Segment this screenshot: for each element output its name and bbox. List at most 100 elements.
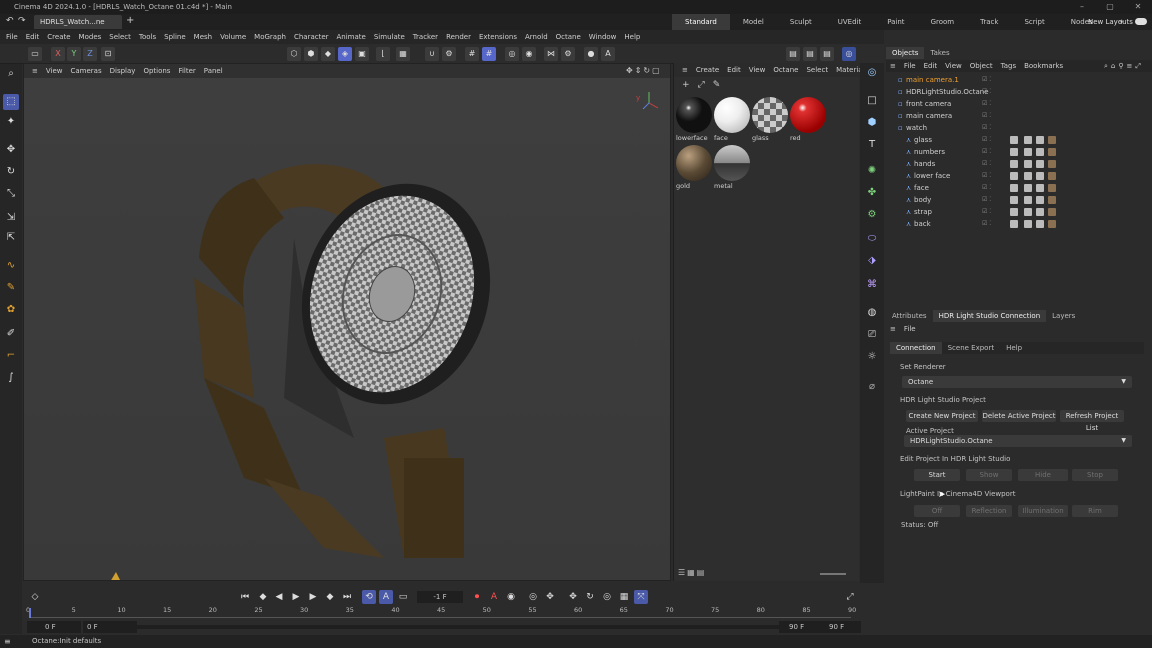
tab-takes[interactable]: Takes <box>924 47 955 59</box>
generator-icon[interactable]: ✺ <box>864 163 880 179</box>
axis-mode-icon[interactable]: ⌊ <box>376 47 390 61</box>
object-row[interactable]: ⋏ strap ☑ ⁚ <box>886 206 1152 218</box>
object-tag-icon[interactable] <box>1010 220 1018 228</box>
pen-tool-icon[interactable]: ✎ <box>3 280 19 296</box>
subtab-help[interactable]: Help <box>1000 342 1028 354</box>
object-tag-icon[interactable] <box>1024 220 1032 228</box>
viewport-menu-display[interactable]: Display <box>106 64 140 78</box>
object-tag-icon[interactable] <box>1024 208 1032 216</box>
tab-layers[interactable]: Layers <box>1046 310 1081 322</box>
cube-icon[interactable]: ⬢ <box>864 115 880 131</box>
object-row[interactable]: ⋏ face ☑ ⁚ <box>886 182 1152 194</box>
menu-arnold[interactable]: Arnold <box>521 30 552 44</box>
object-tag-icon[interactable] <box>1010 208 1018 216</box>
lightpaint-illumination-button[interactable]: Illumination <box>1018 505 1068 517</box>
object-row[interactable]: ⋏ glass ☑ ⁚ <box>886 134 1152 146</box>
menu-octane[interactable]: Octane <box>552 30 585 44</box>
lightpaint-reflection-button[interactable]: Reflection <box>966 505 1012 517</box>
object-tag-icon[interactable] <box>1024 136 1032 144</box>
renderer-dropdown[interactable]: Octane ▼ <box>902 376 1132 388</box>
viewport-menu-icon[interactable]: ≡ <box>28 64 42 78</box>
render-to-picture-viewer-icon[interactable]: ▤ <box>803 47 817 61</box>
object-tag-icon[interactable] <box>1024 172 1032 180</box>
octane-icon[interactable]: ● <box>584 47 598 61</box>
visibility-toggle[interactable]: ☑ ⁚ <box>982 194 991 206</box>
uv-mode-icon[interactable]: ▣ <box>355 47 369 61</box>
objects-menu-file[interactable]: File <box>900 60 920 72</box>
paint-tool-icon[interactable]: ⌐ <box>3 348 19 364</box>
menu-spline[interactable]: Spline <box>160 30 190 44</box>
3d-viewport[interactable]: ≡ View Cameras Display Options Filter Pa… <box>23 63 671 582</box>
coord-system-icon[interactable]: ⊡ <box>101 47 115 61</box>
axis-tool-icon[interactable]: ⇱ <box>3 230 19 246</box>
objects-menu-edit[interactable]: Edit <box>920 60 942 72</box>
objects-menu-icon[interactable]: ≡ <box>886 60 900 72</box>
field-icon[interactable]: ⬗ <box>864 253 880 269</box>
axis-x-button[interactable]: X <box>51 47 65 61</box>
layout-toggle[interactable] <box>1135 18 1147 25</box>
viewport-menu-filter[interactable]: Filter <box>174 64 199 78</box>
objects-search-filter-icons[interactable]: ⌕⌂⚲≡⤢ <box>1104 60 1144 72</box>
object-row[interactable]: ▫ HDRLightStudio.Octane ☑ ⁚ <box>886 86 1152 98</box>
playhead[interactable] <box>29 608 31 618</box>
object-tag-icon[interactable] <box>1010 136 1018 144</box>
hide-button[interactable]: Hide <box>1018 469 1068 481</box>
app-icon[interactable]: ▭ <box>28 47 42 61</box>
material-face[interactable]: face <box>714 97 750 143</box>
light-object-icon[interactable]: ☼ <box>864 349 880 365</box>
layout-groom[interactable]: Groom <box>918 14 968 30</box>
deformer-tool-icon[interactable]: ✿ <box>3 302 19 318</box>
object-row[interactable]: ⋏ lower face ☑ ⁚ <box>886 170 1152 182</box>
menu-file[interactable]: File <box>2 30 22 44</box>
arnold-icon[interactable]: A <box>601 47 615 61</box>
settings-icon[interactable]: ⚙ <box>561 47 575 61</box>
visibility-toggle[interactable]: ☑ ⁚ <box>982 134 991 146</box>
visibility-toggle[interactable]: ☑ ⁚ <box>982 182 991 194</box>
render-icon[interactable]: ▤ <box>786 47 800 61</box>
subtab-connection[interactable]: Connection <box>890 342 942 354</box>
redo-icon[interactable]: ↷ <box>18 16 26 26</box>
menu-volume[interactable]: Volume <box>216 30 250 44</box>
menu-render[interactable]: Render <box>442 30 475 44</box>
object-tag-icon[interactable] <box>1036 148 1044 156</box>
menu-animate[interactable]: Animate <box>333 30 370 44</box>
viewport-menu-panel[interactable]: Panel <box>200 64 227 78</box>
tab-attributes[interactable]: Attributes <box>886 310 933 322</box>
object-tag-icon[interactable] <box>1024 160 1032 168</box>
move-tool-icon[interactable]: ✥ <box>3 142 19 158</box>
visibility-toggle[interactable]: ☑ ⁚ <box>982 158 991 170</box>
tab-objects[interactable]: Objects <box>886 47 925 59</box>
environment-icon[interactable]: ◍ <box>864 305 880 321</box>
edges-mode-icon[interactable]: ⬢ <box>304 47 318 61</box>
axis-z-button[interactable]: Z <box>83 47 97 61</box>
viewport-canvas[interactable]: y <box>24 78 670 582</box>
object-tag-icon[interactable] <box>1048 136 1056 144</box>
render-view-icon[interactable]: ◉ <box>522 47 536 61</box>
object-tag-icon[interactable] <box>1036 220 1044 228</box>
layout-script[interactable]: Script <box>1011 14 1057 30</box>
viewport-menu-cameras[interactable]: Cameras <box>67 64 106 78</box>
magic-select-icon[interactable]: ✦ <box>3 114 19 130</box>
visibility-toggle[interactable]: ☑ ⁚ <box>982 122 991 134</box>
object-tag-icon[interactable] <box>1048 196 1056 204</box>
spline-icon[interactable]: ⌘ <box>864 277 880 293</box>
visibility-toggle[interactable]: ☑ ⁚ <box>982 74 991 86</box>
viewport-nav-icons[interactable]: ✥⇕↻▢ <box>626 64 662 78</box>
delete-active-project-button[interactable]: Delete Active Project <box>982 410 1056 422</box>
layout-model[interactable]: Model <box>730 14 777 30</box>
axis-y-button[interactable]: Y <box>67 47 81 61</box>
transform-tool-icon[interactable]: ⇲ <box>3 210 19 226</box>
object-row[interactable]: ⋏ body ☑ ⁚ <box>886 194 1152 206</box>
new-tab-button[interactable]: + <box>126 15 134 26</box>
tab-hdr-light-studio-connection[interactable]: HDR Light Studio Connection <box>932 310 1047 322</box>
object-row[interactable]: ▫ main camera.1 ☑ ⁚ <box>886 74 1152 86</box>
preview-start-field[interactable]: 0 F <box>83 621 137 633</box>
select-tool-icon[interactable]: ⬚ <box>3 94 19 110</box>
viewport-menu-options[interactable]: Options <box>139 64 174 78</box>
material-menu-edit[interactable]: Edit <box>723 63 745 77</box>
object-tag-icon[interactable] <box>1048 172 1056 180</box>
subtab-scene-export[interactable]: Scene Export <box>942 342 1000 354</box>
view-mode-icons[interactable]: ☰▦▤ <box>678 568 706 577</box>
visibility-toggle[interactable]: ☑ ⁚ <box>982 86 991 98</box>
object-tag-icon[interactable] <box>1048 148 1056 156</box>
